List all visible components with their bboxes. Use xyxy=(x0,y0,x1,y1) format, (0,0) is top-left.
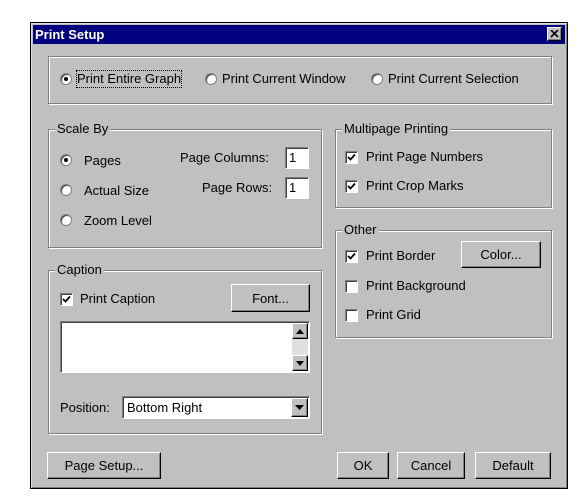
color-button[interactable]: Color... xyxy=(461,241,541,268)
radio-actual-size-label[interactable]: Actual Size xyxy=(84,183,149,199)
radio-print-current-selection[interactable] xyxy=(371,73,383,85)
radio-zoom-level-label[interactable]: Zoom Level xyxy=(84,213,152,229)
ok-button[interactable]: OK xyxy=(337,452,389,479)
dialog-title: Print Setup xyxy=(35,27,105,42)
arrow-up-icon xyxy=(296,328,304,334)
print-background-label[interactable]: Print Background xyxy=(366,278,466,294)
scale-by-group: Scale By Pages Actual Size Zoom Level Pa… xyxy=(48,121,322,248)
radio-print-current-window-label[interactable]: Print Current Window xyxy=(222,71,346,87)
checkbox-print-grid[interactable] xyxy=(345,309,358,322)
other-legend: Other xyxy=(342,222,379,238)
radio-print-entire-graph[interactable] xyxy=(60,73,72,85)
radio-zoom-level[interactable] xyxy=(60,214,72,226)
position-label: Position: xyxy=(60,400,110,415)
checkmark-icon xyxy=(347,252,356,260)
checkmark-icon xyxy=(347,182,356,190)
position-select[interactable]: Bottom Right xyxy=(122,396,310,419)
caption-textarea[interactable] xyxy=(60,321,310,373)
radio-actual-size[interactable] xyxy=(60,184,72,196)
close-button[interactable] xyxy=(547,27,562,41)
scale-by-legend: Scale By xyxy=(55,121,111,137)
arrow-down-icon xyxy=(296,360,304,366)
checkmark-icon xyxy=(347,153,356,161)
title-bar[interactable]: Print Setup xyxy=(33,25,565,44)
caption-group: Caption Print Caption Font... Position: … xyxy=(48,262,322,434)
print-grid-label[interactable]: Print Grid xyxy=(366,307,421,323)
other-group: Other Print Border Color... Print Backgr… xyxy=(335,222,552,338)
page-rows-label: Page Rows: xyxy=(202,180,273,195)
default-button[interactable]: Default xyxy=(475,452,551,479)
scrollbar-track[interactable] xyxy=(292,339,308,355)
checkbox-print-border[interactable] xyxy=(345,250,358,263)
radio-pages[interactable] xyxy=(60,154,72,166)
page-rows-input[interactable]: 1 xyxy=(285,177,309,199)
print-page-numbers-label[interactable]: Print Page Numbers xyxy=(366,149,483,165)
scroll-down-button[interactable] xyxy=(292,355,308,371)
page-columns-label: Page Columns: xyxy=(180,150,269,165)
print-border-label[interactable]: Print Border xyxy=(366,248,435,264)
scroll-up-button[interactable] xyxy=(292,323,308,339)
print-caption-label[interactable]: Print Caption xyxy=(80,291,155,307)
page-setup-button[interactable]: Page Setup... xyxy=(47,452,161,479)
checkbox-print-crop-marks[interactable] xyxy=(345,180,358,193)
radio-print-entire-graph-label[interactable]: Print Entire Graph xyxy=(75,70,183,88)
checkmark-icon xyxy=(62,295,71,303)
multipage-printing-legend: Multipage Printing xyxy=(342,121,451,137)
print-mode-group: Print Entire Graph Print Current Window … xyxy=(48,56,552,104)
radio-print-current-selection-label[interactable]: Print Current Selection xyxy=(388,71,519,87)
caption-legend: Caption xyxy=(55,262,104,278)
chevron-down-icon xyxy=(295,405,304,410)
checkbox-print-page-numbers[interactable] xyxy=(345,151,358,164)
print-crop-marks-label[interactable]: Print Crop Marks xyxy=(366,178,464,194)
close-icon xyxy=(550,30,559,38)
cancel-button[interactable]: Cancel xyxy=(397,452,465,479)
checkbox-print-background[interactable] xyxy=(345,280,358,293)
print-setup-dialog: Print Setup Print Entire Graph Print Cur… xyxy=(30,22,568,489)
radio-pages-label[interactable]: Pages xyxy=(84,153,121,169)
font-button[interactable]: Font... xyxy=(231,284,310,312)
checkbox-print-caption[interactable] xyxy=(60,293,73,306)
page-columns-input[interactable]: 1 xyxy=(285,147,309,169)
radio-print-current-window[interactable] xyxy=(205,73,217,85)
position-dropdown-button[interactable] xyxy=(291,398,308,417)
multipage-printing-group: Multipage Printing Print Page Numbers Pr… xyxy=(335,121,552,208)
